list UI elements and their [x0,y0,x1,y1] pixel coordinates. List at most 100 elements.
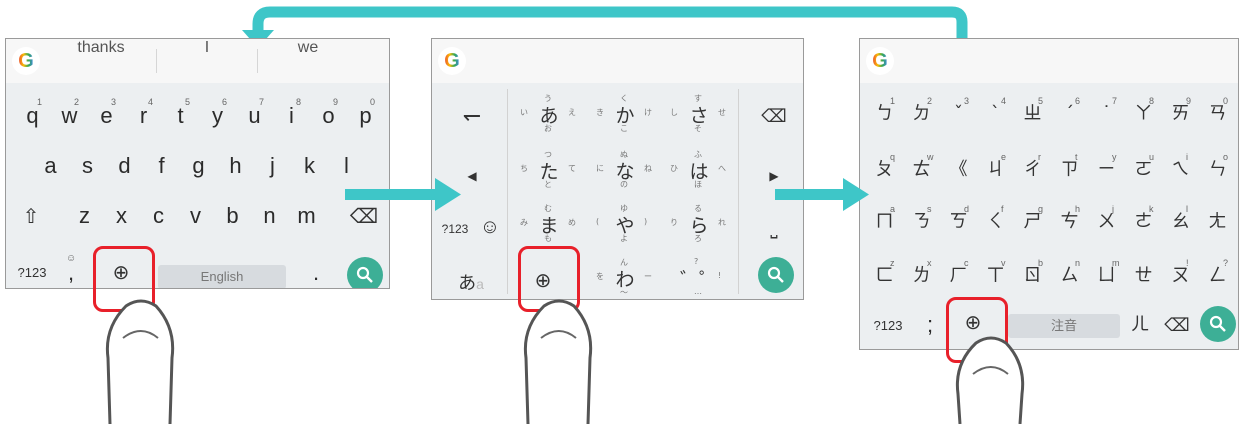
zhuyin-key-ㄠ[interactable]: ㄠ [1162,205,1199,239]
zhuyin-key-ㄢ[interactable]: ㄢ [1199,97,1236,131]
spacebar[interactable]: 注音 [1008,314,1120,338]
search-button[interactable] [1200,306,1236,342]
suggestion-2[interactable]: I [157,39,257,83]
key-hint: 8 [295,97,301,107]
zhuyin-key-ㄓ[interactable]: ㄓ [1014,97,1051,131]
key-k[interactable]: k [291,149,328,183]
zhuyin-key-ㄛ[interactable]: ㄛ [1125,153,1162,187]
zhuyin-key-ㄋ[interactable]: ㄋ [903,205,940,239]
key-v[interactable]: v [177,199,214,233]
suggestion-1[interactable]: thanks [46,39,156,83]
key-q[interactable]: q [14,99,51,133]
kana-key-わ[interactable]: わんをー〜 [590,257,660,299]
zhuyin-key-ˊ[interactable]: ˊ [1051,97,1088,131]
zhuyin-key-ㄎ[interactable]: ㄎ [940,205,977,239]
key-g[interactable]: g [180,149,217,183]
kana-key-ら[interactable]: らるりれろ [664,203,734,253]
zhuyin-key-ㄉ[interactable]: ㄉ [903,97,940,131]
spacebar[interactable]: English [158,265,286,288]
emoji-key[interactable]: ☺ [476,213,504,241]
pointing-finger-icon [523,299,593,424]
key-s[interactable]: s [69,149,106,183]
key-t[interactable]: t [162,99,199,133]
zhuyin-key-ㄣ[interactable]: ㄣ [1199,153,1236,187]
key-w[interactable]: w [51,99,88,133]
zhuyin-key-˙[interactable]: ˙ [1088,97,1125,131]
zhuyin-key-ㄘ[interactable]: ㄘ [1051,205,1088,239]
key-p[interactable]: p [347,99,384,133]
key-i[interactable]: i [273,99,310,133]
period-key[interactable]: . [306,259,326,287]
key-y[interactable]: y [199,99,236,133]
kana-key-゛゜[interactable]: ゛゜?!… [664,257,734,299]
zhuyin-key-ㄖ[interactable]: ㄖ [1014,259,1051,293]
kana-flick-bottom: 〜 [620,288,628,297]
key-f[interactable]: f [143,149,180,183]
key-e[interactable]: e [88,99,125,133]
key-a[interactable]: a [32,149,69,183]
zhuyin-key-《[interactable]: 《 [940,153,977,187]
kana-key-か[interactable]: かくきけこ [590,93,660,143]
zhuyin-key-ㄕ[interactable]: ㄕ [1014,205,1051,239]
kana-flick-left: を [596,272,604,281]
search-button[interactable] [347,257,383,288]
zhuyin-key-ㄞ[interactable]: ㄞ [1162,97,1199,131]
zhuyin-key-ㄊ[interactable]: ㄊ [903,153,940,187]
key-b[interactable]: b [214,199,251,233]
zhuyin-key-ㄟ[interactable]: ㄟ [1162,153,1199,187]
zhuyin-key-ㄔ[interactable]: ㄔ [1014,153,1051,187]
semicolon-key[interactable]: ; [920,311,940,339]
symbols-key[interactable]: ?123 [866,314,910,338]
zhuyin-key-ㄐ[interactable]: ㄐ [977,153,1014,187]
zhuyin-key-ㄤ[interactable]: ㄤ [1199,205,1236,239]
er-key[interactable]: ㄦ [1125,311,1155,339]
kana-key-た[interactable]: たつちてと [514,149,584,199]
zhuyin-key-ㄧ[interactable]: ㄧ [1088,153,1125,187]
zhuyin-key-ㄥ[interactable]: ㄥ [1199,259,1236,293]
undo-key[interactable]: ↽ [452,101,492,131]
space-key[interactable]: ⎵ [754,213,794,243]
key-z[interactable]: z [66,199,103,233]
key-d[interactable]: d [106,149,143,183]
backspace-key[interactable]: ⌫ [754,101,794,131]
kana-key-は[interactable]: はふひへほ [664,149,734,199]
zhuyin-key-ㄅ[interactable]: ㄅ [866,97,903,131]
key-o[interactable]: o [310,99,347,133]
zhuyin-key-ˋ[interactable]: ˋ [977,97,1014,131]
search-button[interactable] [758,257,794,293]
zhuyin-key-ㄨ[interactable]: ㄨ [1088,205,1125,239]
kana-toggle-key[interactable]: あa [446,269,496,295]
zhuyin-key-ㄏ[interactable]: ㄏ [940,259,977,293]
google-logo[interactable]: G [866,47,894,75]
google-logo[interactable]: G [438,47,466,75]
zhuyin-key-ㄚ[interactable]: ㄚ [1125,97,1162,131]
key-u[interactable]: u [236,99,273,133]
key-h[interactable]: h [217,149,254,183]
google-logo[interactable]: G [12,47,40,75]
backspace-key[interactable]: ⌫ [1160,311,1194,339]
kana-key-な[interactable]: なぬにねの [590,149,660,199]
zhuyin-key-ㄑ[interactable]: ㄑ [977,205,1014,239]
zhuyin-key-ㄈ[interactable]: ㄈ [866,259,903,293]
zhuyin-key-ㄒ[interactable]: ㄒ [977,259,1014,293]
suggestion-3[interactable]: we [258,39,358,83]
zhuyin-key-ㄡ[interactable]: ㄡ [1162,259,1199,293]
key-r[interactable]: r [125,99,162,133]
key-m[interactable]: m [288,199,325,233]
symbols-key[interactable]: ?123 [10,261,54,285]
zhuyin-key-ㄗ[interactable]: ㄗ [1051,153,1088,187]
kana-key-あ[interactable]: あういえお [514,93,584,143]
zhuyin-key-ㄜ[interactable]: ㄜ [1125,205,1162,239]
symbols-key[interactable]: ?123 [434,217,476,241]
kana-key-や[interactable]: やゆ() よ [590,203,660,253]
shift-key[interactable]: ⇧ [16,202,46,232]
kana-key-さ[interactable]: さすしせそ [664,93,734,143]
zhuyin-key-ㄌ[interactable]: ㄌ [903,259,940,293]
zhuyin-key-ˇ[interactable]: ˇ [940,97,977,131]
key-n[interactable]: n [251,199,288,233]
key-c[interactable]: c [140,199,177,233]
zhuyin-key-ㄝ[interactable]: ㄝ [1125,259,1162,293]
key-j[interactable]: j [254,149,291,183]
zhuyin-key-ㄙ[interactable]: ㄙ [1051,259,1088,293]
key-x[interactable]: x [103,199,140,233]
